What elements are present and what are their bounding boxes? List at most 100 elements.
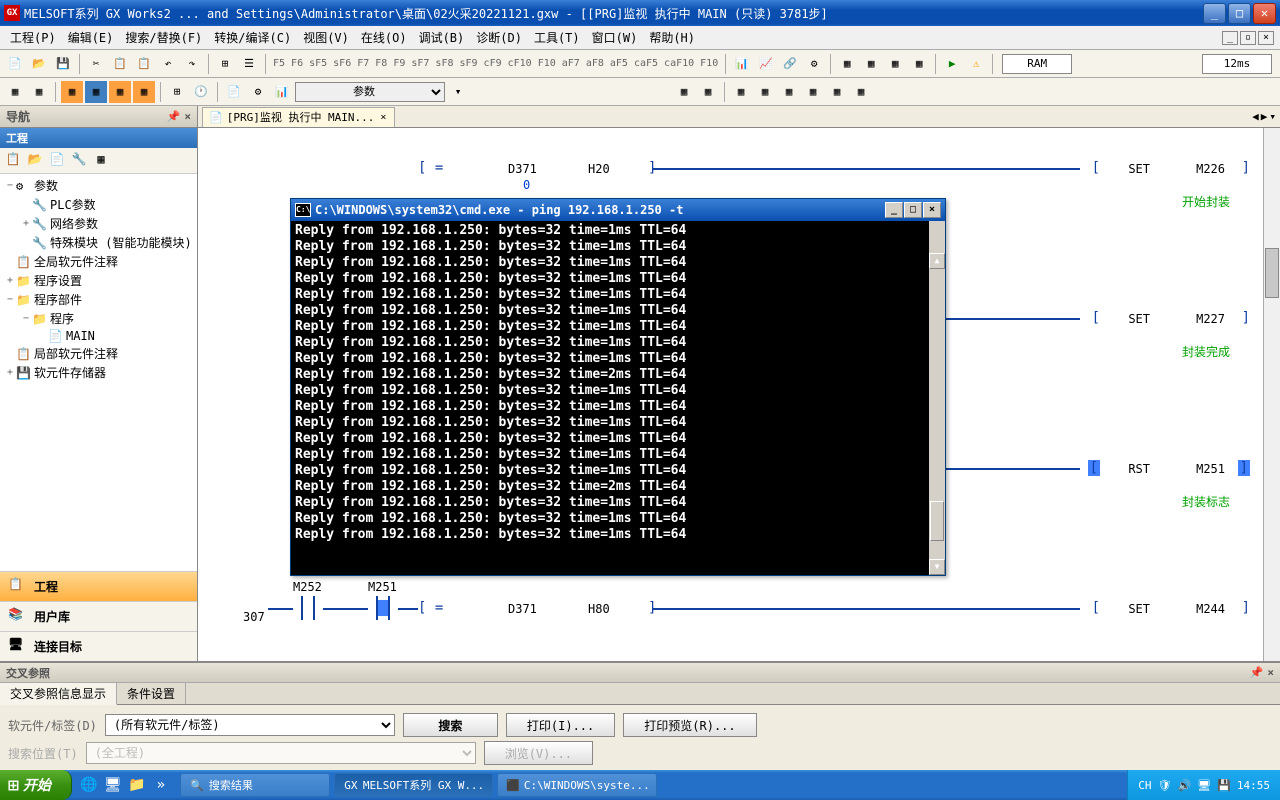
tab-prev-icon[interactable]: ◀	[1252, 110, 1259, 123]
list-icon[interactable]: ☰	[238, 53, 260, 75]
ladder-scrollbar[interactable]	[1263, 128, 1280, 661]
nav-tb-2[interactable]: 📂	[26, 152, 44, 170]
cmd-titlebar[interactable]: C:\ C:\WINDOWS\system32\cmd.exe - ping 1…	[291, 199, 945, 221]
redo-icon[interactable]: ↷	[181, 53, 203, 75]
ql-ie-icon[interactable]: 🌐	[78, 774, 100, 796]
tray-4[interactable]: 💾	[1217, 779, 1231, 792]
menu-project[interactable]: 工程(P)	[6, 27, 60, 48]
taskbar-item[interactable]: ⬛C:\WINDOWS\syste...	[497, 773, 657, 797]
nav-close-icon[interactable]: ×	[184, 110, 191, 123]
close-button[interactable]: ✕	[1253, 3, 1276, 24]
tree-item[interactable]: 🔧特殊模块 (智能功能模块)	[2, 233, 195, 252]
tree-item[interactable]: −⚙参数	[2, 176, 195, 195]
tree-item[interactable]: +🔧网络参数	[2, 214, 195, 233]
cmd-minimize[interactable]: _	[885, 202, 903, 218]
tray-2[interactable]: 🔊	[1178, 779, 1192, 792]
tb2-l[interactable]: ▦	[754, 81, 776, 103]
param-select[interactable]: 参数	[295, 82, 445, 102]
minimize-button[interactable]: _	[1203, 3, 1226, 24]
xref-tab-info[interactable]: 交叉参照信息显示	[0, 683, 117, 705]
tb2-h[interactable]: ▾	[447, 81, 469, 103]
tree-item[interactable]: 📋局部软元件注释	[2, 344, 195, 363]
icon-c[interactable]: 🔗	[779, 53, 801, 75]
icon-d[interactable]: ⚙	[803, 53, 825, 75]
doc-tab-main[interactable]: 📄 [PRG]监视 执行中 MAIN... ×	[202, 107, 395, 127]
tb2-k[interactable]: ▦	[730, 81, 752, 103]
cmd-window[interactable]: C:\ C:\WINDOWS\system32\cmd.exe - ping 1…	[290, 198, 946, 576]
mdi-close[interactable]: ×	[1258, 31, 1274, 45]
tb2-g[interactable]: ⊞	[166, 81, 188, 103]
tb2-bar-icon[interactable]: 📊	[271, 81, 293, 103]
xref-preview-button[interactable]: 打印预览(R)...	[623, 713, 756, 737]
tree-item[interactable]: −📁程序	[2, 309, 195, 328]
tb2-n[interactable]: ▦	[802, 81, 824, 103]
icon-h[interactable]: ▦	[908, 53, 930, 75]
menu-view[interactable]: 视图(V)	[299, 27, 353, 48]
grid-icon[interactable]: ⊞	[214, 53, 236, 75]
icon-f[interactable]: ▦	[860, 53, 882, 75]
menu-diagnose[interactable]: 诊断(D)	[472, 27, 526, 48]
tb2-p[interactable]: ▦	[850, 81, 872, 103]
system-tray[interactable]: CH 🛡 🔊 🖥 💾 14:55	[1127, 770, 1280, 800]
tree-item[interactable]: 📄MAIN	[2, 328, 195, 344]
tb2-j[interactable]: ▦	[697, 81, 719, 103]
tb2-m[interactable]: ▦	[778, 81, 800, 103]
tb2-gear-icon[interactable]: ⚙	[247, 81, 269, 103]
icon-e[interactable]: ▦	[836, 53, 858, 75]
tb2-f[interactable]: ▦	[133, 81, 155, 103]
menu-edit[interactable]: 编辑(E)	[64, 27, 118, 48]
ql-4[interactable]: »	[150, 774, 172, 796]
tab-next-icon[interactable]: ▶	[1261, 110, 1268, 123]
menu-help[interactable]: 帮助(H)	[645, 27, 699, 48]
tb2-e[interactable]: ▦	[109, 81, 131, 103]
taskbar-item[interactable]: 🔍搜索结果	[180, 773, 330, 797]
tree-item[interactable]: +📁程序设置	[2, 271, 195, 290]
mdi-restore[interactable]: ▫	[1240, 31, 1256, 45]
tb2-clock-icon[interactable]: 🕐	[190, 81, 212, 103]
tb2-c[interactable]: ▦	[61, 81, 83, 103]
tray-1[interactable]: 🛡	[1158, 779, 1172, 792]
play-icon[interactable]: ▶	[941, 53, 963, 75]
mdi-minimize[interactable]: _	[1222, 31, 1238, 45]
cmd-maximize[interactable]: □	[904, 202, 922, 218]
tb2-a[interactable]: ▦	[4, 81, 26, 103]
save-icon[interactable]: 💾	[52, 53, 74, 75]
ql-3[interactable]: 📁	[126, 774, 148, 796]
nav-tab[interactable]: 🖥连接目标	[0, 631, 197, 661]
menu-tools[interactable]: 工具(T)	[530, 27, 584, 48]
cmd-output[interactable]: Reply from 192.168.1.250: bytes=32 time=…	[291, 221, 945, 575]
xref-print-button[interactable]: 打印(I)...	[506, 713, 615, 737]
ql-desktop-icon[interactable]: 🖥	[102, 774, 124, 796]
icon-a[interactable]: 📊	[731, 53, 753, 75]
taskbar-item[interactable]: GXMELSOFT系列 GX W...	[334, 773, 493, 797]
nav-tb-3[interactable]: 📄	[48, 152, 66, 170]
tree-item[interactable]: −📁程序部件	[2, 290, 195, 309]
open-icon[interactable]: 📂	[28, 53, 50, 75]
tab-menu-icon[interactable]: ▾	[1269, 110, 1276, 123]
project-tree[interactable]: −⚙参数🔧PLC参数+🔧网络参数🔧特殊模块 (智能功能模块)📋全局软元件注释+📁…	[0, 174, 197, 571]
cmd-scrollbar[interactable]: ▲ ▼	[929, 221, 945, 575]
tb2-i[interactable]: ▦	[673, 81, 695, 103]
xref-search-button[interactable]: 搜索	[403, 713, 498, 737]
menu-compile[interactable]: 转换/编译(C)	[210, 27, 295, 48]
menu-debug[interactable]: 调试(B)	[415, 27, 469, 48]
icon-b[interactable]: 📈	[755, 53, 777, 75]
cmd-close[interactable]: ×	[923, 202, 941, 218]
cut-icon[interactable]: ✂	[85, 53, 107, 75]
menu-window[interactable]: 窗口(W)	[588, 27, 642, 48]
xref-pin-icon[interactable]: 📌	[1250, 666, 1264, 679]
tb2-o[interactable]: ▦	[826, 81, 848, 103]
nav-pin-icon[interactable]: 📌	[167, 110, 181, 123]
tray-lang[interactable]: CH	[1138, 779, 1151, 792]
nav-tb-5[interactable]: ▦	[92, 152, 110, 170]
paste-icon[interactable]: 📋	[133, 53, 155, 75]
warn-icon[interactable]: ⚠	[965, 53, 987, 75]
tray-3[interactable]: 🖥	[1197, 779, 1211, 792]
doc-tab-close[interactable]: ×	[378, 112, 388, 123]
xref-tab-cond[interactable]: 条件设置	[117, 683, 186, 704]
nav-tb-4[interactable]: 🔧	[70, 152, 88, 170]
menu-online[interactable]: 在线(O)	[357, 27, 411, 48]
xref-close-icon[interactable]: ×	[1267, 666, 1274, 679]
undo-icon[interactable]: ↶	[157, 53, 179, 75]
tree-item[interactable]: +💾软元件存储器	[2, 363, 195, 382]
